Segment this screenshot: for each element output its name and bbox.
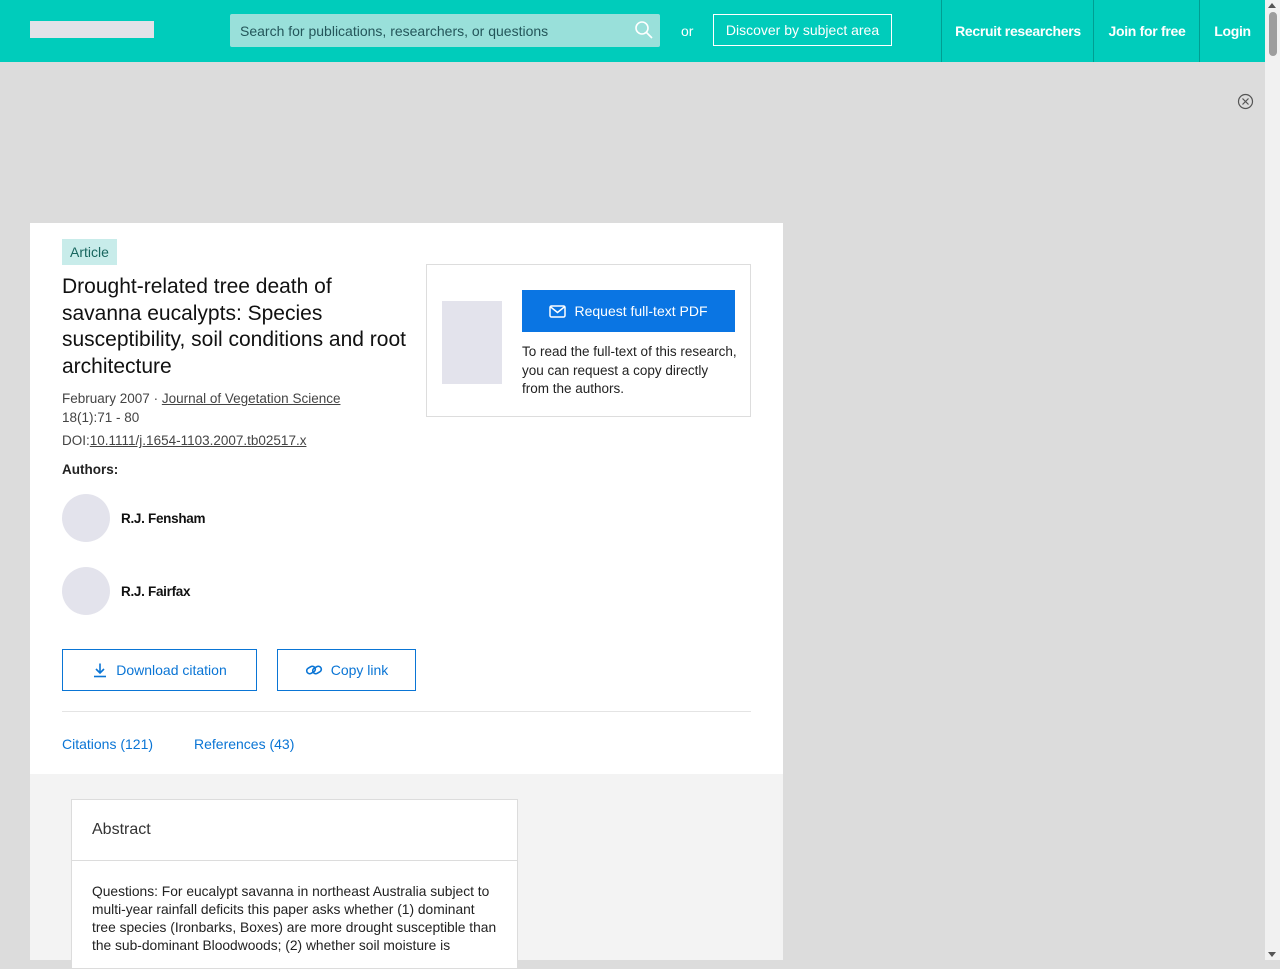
copy-link-label: Copy link xyxy=(330,662,389,678)
abstract-text: Questions: For eucalypt savanna in north… xyxy=(92,884,497,953)
pdf-thumbnail xyxy=(442,301,502,384)
journal-issue: 18(1):71 - 80 xyxy=(62,410,140,425)
site-logo[interactable] xyxy=(30,21,154,38)
journal-link[interactable]: Journal of Vegetation Science xyxy=(162,391,341,406)
discover-by-subject-button[interactable]: Discover by subject area xyxy=(713,14,892,46)
scroll-down-arrow[interactable] xyxy=(1268,952,1276,957)
scroll-up-arrow[interactable] xyxy=(1268,3,1276,8)
download-citation-label: Download citation xyxy=(116,662,227,678)
nav-join-for-free[interactable]: Join for free xyxy=(1093,0,1200,62)
page-scrollbar[interactable] xyxy=(1265,0,1280,960)
tab-references[interactable]: References (43) xyxy=(194,736,294,752)
or-text: or xyxy=(681,23,694,39)
author-name[interactable]: R.J. Fensham xyxy=(121,511,205,526)
envelope-icon xyxy=(549,304,567,318)
avatar[interactable] xyxy=(62,567,110,615)
search-input[interactable] xyxy=(230,14,630,47)
avatar[interactable] xyxy=(62,494,110,542)
scrollbar-thumb[interactable] xyxy=(1269,12,1277,56)
abstract-heading: Abstract xyxy=(72,800,517,861)
publication-info: February 2007 · Journal of Vegetation Sc… xyxy=(62,391,340,406)
download-citation-button[interactable]: Download citation xyxy=(62,649,257,691)
copy-link-button[interactable]: Copy link xyxy=(277,649,416,691)
link-icon xyxy=(305,665,322,675)
publication-date: February 2007 xyxy=(62,391,150,406)
download-icon xyxy=(94,663,107,678)
meta-separator: · xyxy=(153,391,159,406)
content-section: Abstract Questions: For eucalypt savanna… xyxy=(30,774,783,969)
doi-line: DOI:10.1111/j.1654-1103.2007.tb02517.x xyxy=(62,433,306,448)
article-type-badge: Article xyxy=(62,239,117,265)
request-full-text-button[interactable]: Request full-text PDF xyxy=(522,290,735,332)
pdf-request-box: Request full-text PDF To read the full-t… xyxy=(426,264,751,417)
author-item[interactable]: R.J. Fairfax xyxy=(62,567,190,615)
search-box[interactable] xyxy=(230,14,660,47)
article-title: Drought-related tree death of savanna eu… xyxy=(62,275,406,378)
doi-label: DOI: xyxy=(62,433,90,448)
tab-citations[interactable]: Citations (121) xyxy=(62,736,153,752)
request-full-text-label: Request full-text PDF xyxy=(574,303,708,319)
divider xyxy=(62,711,751,712)
close-icon[interactable] xyxy=(1237,93,1254,110)
doi-link[interactable]: 10.1111/j.1654-1103.2007.tb02517.x xyxy=(90,433,307,448)
nav-login[interactable]: Login xyxy=(1199,0,1265,62)
author-name[interactable]: R.J. Fairfax xyxy=(121,584,190,599)
nav-recruit-researchers[interactable]: Recruit researchers xyxy=(941,0,1094,62)
pdf-request-text: To read the full-text of this research, … xyxy=(522,344,737,396)
top-bar: or Discover by subject area Recruit rese… xyxy=(0,0,1265,62)
search-icon[interactable] xyxy=(634,20,654,40)
author-item[interactable]: R.J. Fensham xyxy=(62,494,205,542)
abstract-panel: Abstract Questions: For eucalypt savanna… xyxy=(71,799,518,969)
article-card: Article Drought-related tree death of sa… xyxy=(30,223,783,774)
authors-label: Authors: xyxy=(62,462,119,477)
